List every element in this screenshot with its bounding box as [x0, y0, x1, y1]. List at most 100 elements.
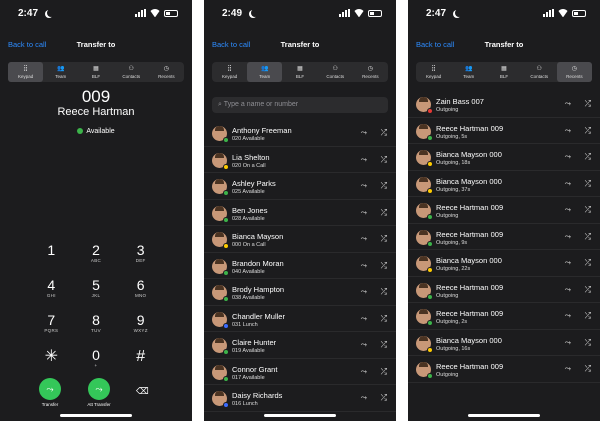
attended-transfer-icon[interactable]: ⤳ — [565, 99, 571, 109]
key-9[interactable]: 9 WXYZ — [118, 313, 163, 337]
list-item[interactable]: Zain Bass 007 Outgoing ⤳ ⤮ — [408, 91, 600, 118]
blind-transfer-icon[interactable]: ⤮ — [585, 285, 591, 295]
list-item[interactable]: Reece Hartman 009 Outgoing ⤳ ⤮ — [408, 277, 600, 303]
blind-transfer-icon[interactable]: ⤮ — [381, 234, 387, 244]
attended-transfer-icon[interactable]: ⤳ — [565, 364, 571, 374]
attended-transfer-icon[interactable]: ⤳ — [565, 126, 571, 136]
blind-transfer-icon[interactable]: ⤮ — [585, 99, 591, 109]
list-item[interactable]: Reece Hartman 009 Outgoing ⤳ ⤮ — [408, 356, 600, 383]
contact-name: Chandler Muller — [232, 311, 285, 321]
attended-transfer-icon[interactable]: ⤳ — [361, 234, 367, 244]
list-item[interactable]: Bianca Mayson 000 Outgoing, 18s ⤳ ⤮ — [408, 144, 600, 171]
blind-transfer-icon[interactable]: ⤮ — [585, 364, 591, 374]
list-item[interactable]: Bianca Mayson 000 Outgoing, 22s ⤳ ⤮ — [408, 250, 600, 277]
tab-team[interactable]: 👥 Team — [43, 62, 78, 82]
tab-contacts[interactable]: ⚇ Contacts — [522, 62, 557, 82]
tab-label: Contacts — [122, 73, 141, 79]
list-item[interactable]: Brandon Moran 040 Available ⤳ ⤮ — [204, 253, 396, 279]
tab-keypad[interactable]: ⣿ Keypad — [8, 62, 44, 82]
tab-recents[interactable]: ◷ Recents — [556, 62, 593, 82]
blind-transfer-icon[interactable]: ⤮ — [381, 393, 387, 403]
list-item[interactable]: Bianca Mayson 000 Outgoing, 16s ⤳ ⤮ — [408, 330, 600, 356]
list-item[interactable]: Reece Hartman 009 Outgoing, 9s ⤳ ⤮ — [408, 224, 600, 250]
tab-team[interactable]: 👥 Team — [451, 62, 486, 82]
blind-transfer-icon[interactable]: ⤮ — [381, 340, 387, 350]
attended-transfer-icon[interactable]: ⤳ — [361, 261, 367, 271]
list-item[interactable]: Reece Hartman 009 Outgoing ⤳ ⤮ — [408, 197, 600, 224]
attended-transfer-icon[interactable]: ⤳ — [565, 285, 571, 295]
key-0[interactable]: 0 + — [74, 348, 119, 372]
blind-transfer-icon[interactable]: ⤮ — [585, 311, 591, 321]
attended-transfer-icon[interactable]: ⤳ — [361, 367, 367, 377]
list-item[interactable]: Chandler Muller 031 Lunch ⤳ ⤮ — [204, 306, 396, 332]
tab-contacts[interactable]: ⚇ Contacts — [318, 62, 353, 82]
key-3[interactable]: 3 DEF — [118, 243, 163, 267]
list-item[interactable]: Anthony Freeman 020 Available ⤳ ⤮ — [204, 120, 396, 147]
transfer-button[interactable]: ⤳ — [39, 378, 61, 400]
attended-transfer-icon[interactable]: ⤳ — [361, 208, 367, 218]
list-item[interactable]: Bianca Mayson 000 On a Call ⤳ ⤮ — [204, 226, 396, 253]
backspace-icon[interactable]: ⌫ — [136, 386, 149, 397]
attended-transfer-icon[interactable]: ⤳ — [565, 152, 571, 162]
attended-transfer-icon[interactable]: ⤳ — [361, 128, 367, 138]
key-8[interactable]: 8 TUV — [74, 313, 119, 337]
list-item[interactable]: Reece Hartman 009 Outgoing, 5s ⤳ ⤮ — [408, 118, 600, 144]
key-star[interactable]: ✳ — [29, 348, 74, 372]
tab-keypad[interactable]: ⣿ Keypad — [416, 62, 451, 82]
attended-transfer-icon[interactable]: ⤳ — [565, 232, 571, 242]
blind-transfer-icon[interactable]: ⤮ — [585, 338, 591, 348]
tab-blf[interactable]: ▦ BLF — [282, 62, 317, 82]
blind-transfer-icon[interactable]: ⤮ — [585, 179, 591, 189]
search-input[interactable]: ⌕ Type a name or number — [212, 97, 388, 113]
blind-transfer-icon[interactable]: ⤮ — [381, 155, 387, 165]
attended-transfer-icon[interactable]: ⤳ — [565, 258, 571, 268]
key-2[interactable]: 2 ABC — [74, 243, 119, 267]
attended-transfer-icon[interactable]: ⤳ — [565, 179, 571, 189]
attended-transfer-icon[interactable]: ⤳ — [361, 155, 367, 165]
status-dot-icon — [223, 322, 229, 329]
blind-transfer-icon[interactable]: ⤮ — [381, 208, 387, 218]
blind-transfer-icon[interactable]: ⤮ — [381, 314, 387, 324]
list-item[interactable]: Ashley Parks 025 Available ⤳ ⤮ — [204, 173, 396, 200]
blind-transfer-icon[interactable]: ⤮ — [585, 258, 591, 268]
key-5[interactable]: 5 JKL — [74, 278, 119, 302]
blind-transfer-icon[interactable]: ⤮ — [585, 152, 591, 162]
list-item[interactable]: Lia Shelton 020 On a Call ⤳ ⤮ — [204, 147, 396, 173]
tab-recents[interactable]: ◷ Recents — [149, 62, 184, 82]
tab-blf[interactable]: ▦ BLF — [486, 62, 521, 82]
blind-transfer-icon[interactable]: ⤮ — [585, 232, 591, 242]
list-item[interactable]: Brody Hampton 038 Available ⤳ ⤮ — [204, 279, 396, 306]
attended-transfer-icon[interactable]: ⤳ — [565, 311, 571, 321]
list-item[interactable]: Reece Hartman 009 Outgoing, 2s ⤳ ⤮ — [408, 303, 600, 330]
blind-transfer-icon[interactable]: ⤮ — [381, 287, 387, 297]
tab-keypad[interactable]: ⣿ Keypad — [212, 62, 247, 82]
list-item[interactable]: Bianca Mayson 000 Outgoing, 37s ⤳ ⤮ — [408, 171, 600, 197]
blind-transfer-icon[interactable]: ⤮ — [381, 367, 387, 377]
attended-transfer-icon[interactable]: ⤳ — [361, 393, 367, 403]
attended-transfer-icon[interactable]: ⤳ — [361, 314, 367, 324]
tab-blf[interactable]: ▦ BLF — [78, 62, 113, 82]
attended-transfer-icon[interactable]: ⤳ — [565, 205, 571, 215]
attended-transfer-icon[interactable]: ⤳ — [361, 340, 367, 350]
attended-transfer-icon[interactable]: ⤳ — [361, 287, 367, 297]
tab-contacts[interactable]: ⚇ Contacts — [114, 62, 149, 82]
blind-transfer-icon[interactable]: ⤮ — [585, 126, 591, 136]
list-item[interactable]: Daisy Richards 016 Lunch ⤳ ⤮ — [204, 385, 396, 412]
blind-transfer-icon[interactable]: ⤮ — [381, 181, 387, 191]
tab-team[interactable]: 👥 Team — [247, 62, 283, 82]
blind-transfer-icon[interactable]: ⤮ — [381, 261, 387, 271]
tab-recents[interactable]: ◷ Recents — [353, 62, 388, 82]
list-item[interactable]: Ben Jones 028 Available ⤳ ⤮ — [204, 200, 396, 226]
list-item[interactable]: Connor Grant 017 Available ⤳ ⤮ — [204, 359, 396, 385]
blind-transfer-icon[interactable]: ⤮ — [381, 128, 387, 138]
key-hash[interactable]: # — [118, 348, 163, 372]
key-4[interactable]: 4 GHI — [29, 278, 74, 302]
attended-transfer-icon[interactable]: ⤳ — [361, 181, 367, 191]
key-7[interactable]: 7 PQRS — [29, 313, 74, 337]
key-1[interactable]: 1 — [29, 243, 74, 267]
attended-transfer-icon[interactable]: ⤳ — [565, 338, 571, 348]
list-item[interactable]: Claire Hunter 019 Available ⤳ ⤮ — [204, 332, 396, 359]
attended-transfer-button[interactable]: ⤳ — [88, 378, 110, 400]
key-6[interactable]: 6 MNO — [118, 278, 163, 302]
blind-transfer-icon[interactable]: ⤮ — [585, 205, 591, 215]
